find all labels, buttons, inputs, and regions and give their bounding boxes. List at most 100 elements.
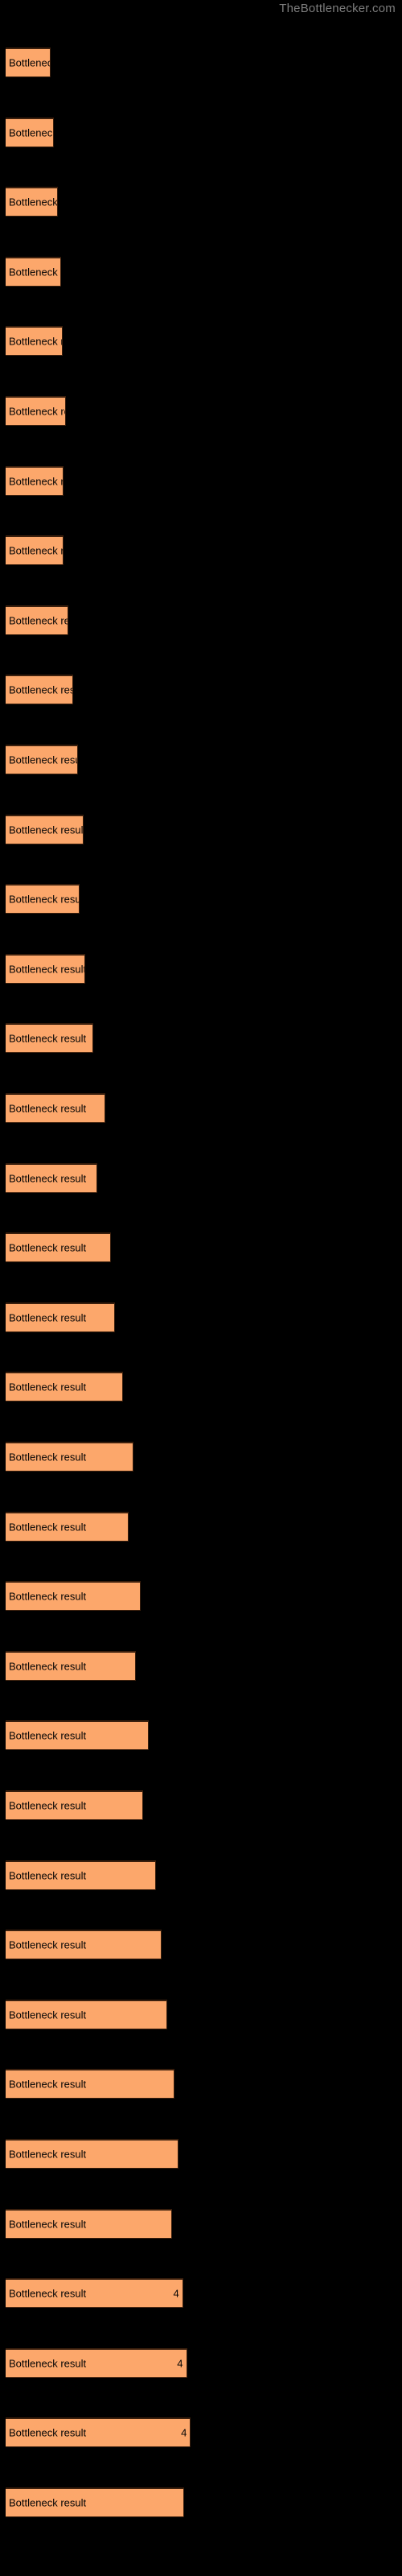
bar-row: Bottleneck result [6,1302,115,1332]
bar-row: Bottleneck result [6,1372,123,1402]
bar-row: Bottleneck result [6,465,64,496]
bar-row: Bottleneck result [6,1790,143,1820]
bar[interactable]: Bottleneck result [6,953,85,984]
bar[interactable]: Bottleneck result [6,884,80,914]
bar[interactable]: Bottleneck result [6,1372,123,1402]
bar[interactable]: Bottleneck result [6,1093,105,1123]
bar[interactable]: Bottleneck result [6,1302,115,1332]
bar[interactable]: Bottleneck result [6,745,79,774]
bar-row: Bottleneck result [6,953,85,984]
bar-label: Bottleneck result [9,405,65,418]
bar[interactable]: Bottleneck result [6,1442,134,1472]
bar-label: Bottleneck result [9,56,50,69]
bar-row: Bottleneck result [6,256,61,287]
bar[interactable]: Bottleneck result [6,2208,172,2239]
bar-label: Bottleneck result [9,824,84,836]
bar-row: Bottleneck result [6,1650,136,1681]
bar-row: Bottleneck result [6,1023,94,1054]
bar-row: Bottleneck result [6,1720,150,1751]
bar-row: Bottleneck result [6,1860,156,1890]
bar-label: Bottleneck result [9,1102,87,1115]
bar[interactable]: Bottleneck result [6,396,67,426]
bar[interactable]: Bottleneck result [6,2139,179,2169]
bar[interactable]: Bottleneck result [6,465,64,496]
bar-row: Bottleneck result [6,1581,141,1612]
bar[interactable]: Bottleneck result [6,675,73,705]
bar[interactable]: Bottleneck result [6,2487,185,2517]
bar-row: Bottleneck result [6,1093,105,1123]
bar-label: Bottleneck result [9,893,80,906]
bar-label: Bottleneck result [9,2496,87,2509]
bar[interactable]: Bottleneck result [6,1930,162,1960]
bar-value: 4 [173,2287,179,2300]
bar-label: Bottleneck result [9,1660,87,1673]
bar-label: Bottleneck result [9,335,62,348]
bar[interactable]: Bottleneck result [6,117,55,147]
bar-label: Bottleneck result [9,196,58,208]
bar[interactable]: Bottleneck result [6,1023,94,1054]
bar[interactable]: Bottleneck result 4 [6,2417,191,2448]
bar-label: Bottleneck result [9,963,85,976]
bar-row: Bottleneck result [6,535,64,566]
bar[interactable]: Bottleneck result [6,1232,111,1263]
bar-row: Bottleneck result [6,2139,179,2169]
bar-value: 4 [177,2357,183,2370]
bar-value: 4 [181,2426,187,2439]
bar-label: Bottleneck result [9,2426,87,2439]
bar-label: Bottleneck result [9,1381,87,1393]
bar-row: Bottleneck result [6,814,84,844]
bar[interactable]: Bottleneck result [6,605,68,635]
bar[interactable]: Bottleneck result [6,187,58,217]
bar-row: Bottleneck result [6,1511,129,1542]
bar-label: Bottleneck result [9,753,77,766]
bar-row: Bottleneck result 4 [6,2417,191,2448]
bar-label: Bottleneck result [9,126,55,139]
bar[interactable]: Bottleneck result 4 [6,2278,183,2309]
bar[interactable]: Bottleneck result [6,1650,136,1681]
bar[interactable]: Bottleneck result [6,326,63,357]
bar-label: Bottleneck result [9,2287,87,2300]
bar-row: Bottleneck result 4 [6,2347,187,2378]
bar[interactable]: Bottleneck result [6,1162,98,1193]
bar-label: Bottleneck result [9,1451,87,1463]
bar-row: Bottleneck result 4 [6,2278,183,2309]
bar[interactable]: Bottleneck result [6,1999,167,2029]
bar[interactable]: Bottleneck result [6,256,61,287]
bar-label: Bottleneck result [9,2357,87,2370]
bar-row: Bottleneck result [6,2069,174,2099]
bar-label: Bottleneck result [9,1032,87,1045]
bar-label: Bottleneck result [9,683,72,696]
bar[interactable]: Bottleneck result [6,1860,156,1890]
bar-row: Bottleneck result [6,396,67,426]
bar[interactable]: Bottleneck result [6,535,64,566]
bar-row: Bottleneck result [6,675,73,705]
bar[interactable]: Bottleneck result [6,1581,141,1612]
bar-row: Bottleneck result [6,2208,172,2239]
bar-label: Bottleneck result [9,266,60,279]
bar-label: Bottleneck result [9,1590,87,1603]
bar[interactable]: Bottleneck result [6,2069,174,2099]
bar-label: Bottleneck result [9,1938,87,1951]
bar-label: Bottleneck result [9,1521,87,1534]
bar-label: Bottleneck result [9,475,63,488]
bar[interactable]: Bottleneck result [6,1720,150,1751]
bar-label: Bottleneck result [9,1172,87,1185]
bar-row: Bottleneck result [6,605,68,635]
bar[interactable]: Bottleneck result 4 [6,2347,187,2378]
bar[interactable]: Bottleneck result [6,1790,143,1820]
bar[interactable]: Bottleneck result [6,814,84,844]
bar[interactable]: Bottleneck result [6,1511,129,1542]
bar-label: Bottleneck result [9,2148,87,2161]
bar-label: Bottleneck result [9,544,64,557]
bar-label: Bottleneck result [9,2218,87,2231]
bar-row: Bottleneck result [6,1162,98,1193]
bar-label: Bottleneck result [9,1311,87,1324]
bar-label: Bottleneck result [9,614,68,627]
bar-row: Bottleneck result [6,1442,134,1472]
bar[interactable]: Bottleneck result [6,47,51,77]
bar-row: Bottleneck result [6,2487,185,2517]
bar-label: Bottleneck result [9,2078,87,2091]
bar-label: Bottleneck result [9,1869,87,1882]
bar-label: Bottleneck result [9,2008,87,2021]
bar-row: Bottleneck result [6,47,51,77]
